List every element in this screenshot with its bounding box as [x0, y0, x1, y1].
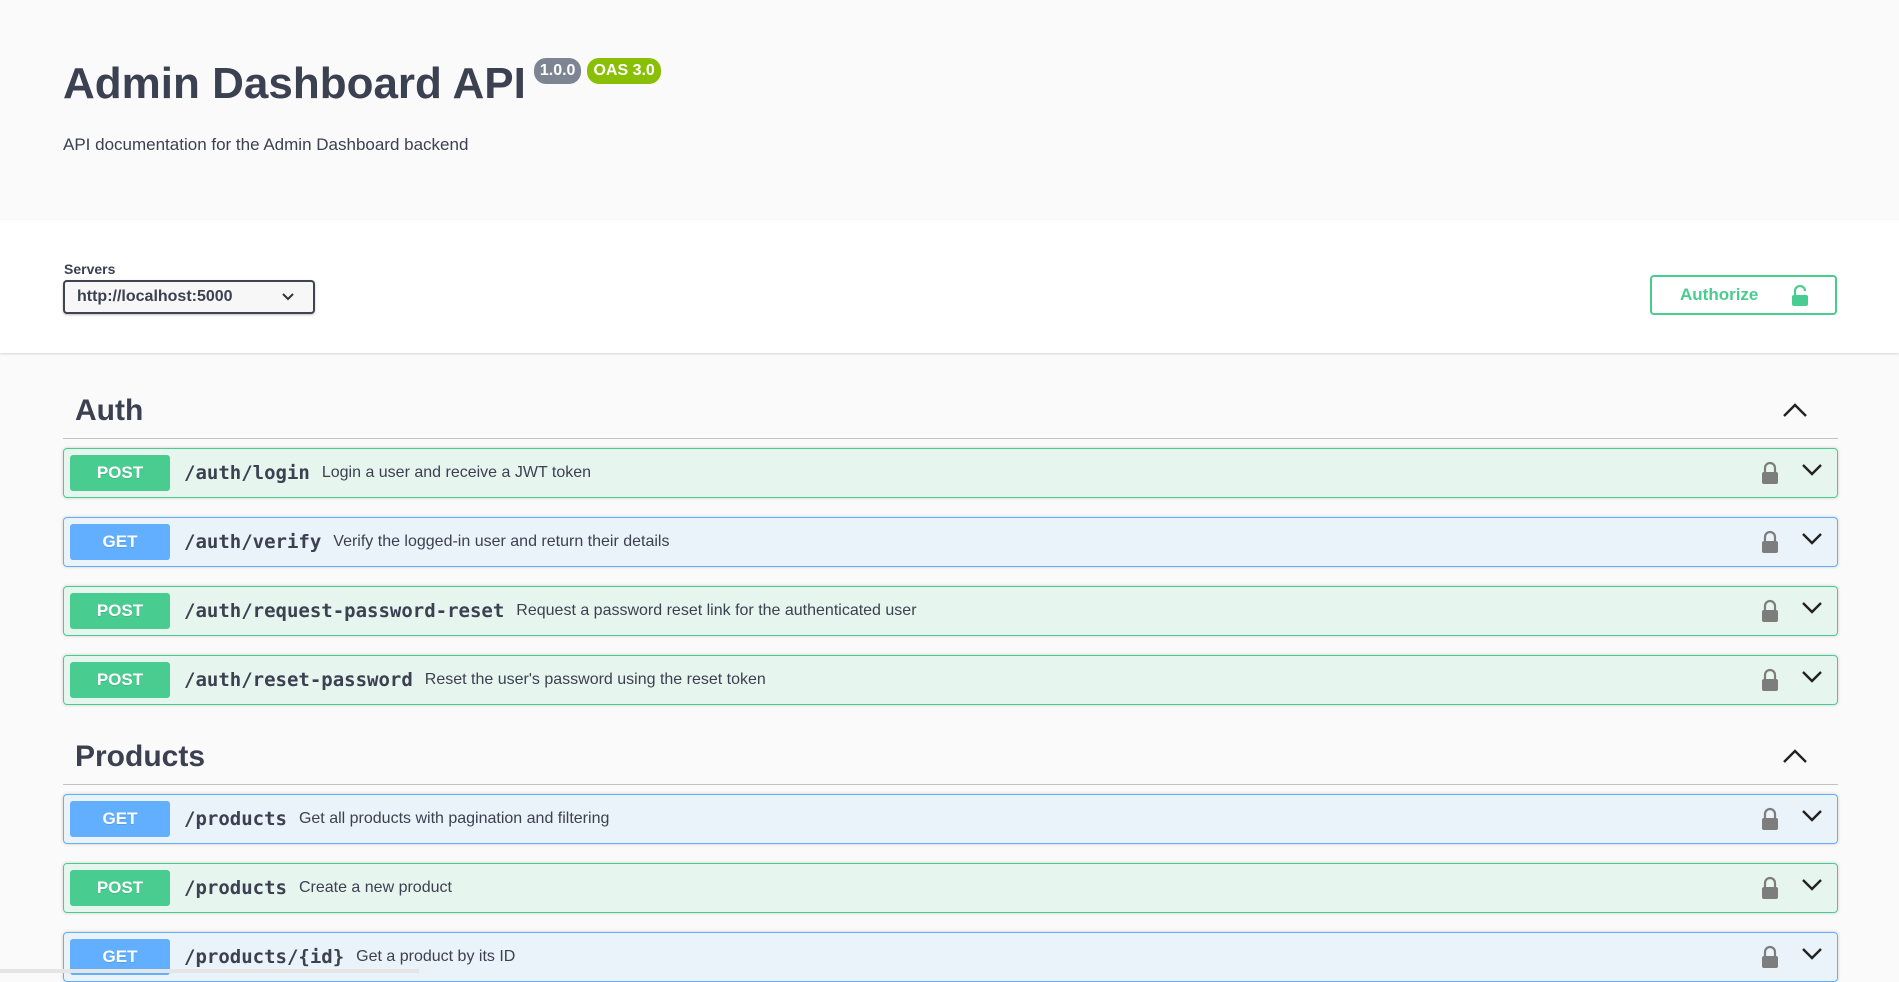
- operation-summary: Reset the user's password using the rese…: [424, 671, 766, 688]
- chevron-down-icon[interactable]: [1801, 809, 1823, 828]
- method-badge: POST: [70, 870, 170, 906]
- tag-name: Auth: [75, 394, 144, 427]
- method-badge: POST: [70, 593, 170, 629]
- operation-summary: Verify the logged-in user and return the…: [333, 533, 670, 550]
- operation-path: /products: [184, 877, 287, 899]
- chevron-up-icon[interactable]: [1782, 748, 1808, 769]
- path-row: /auth/request-password-reset Request a pa…: [184, 587, 917, 635]
- operation-summary: Request a password reset link for the au…: [516, 602, 917, 619]
- method-badge: POST: [70, 455, 170, 491]
- path-row: /products Create a new product: [184, 864, 452, 912]
- path-row: /auth/verify Verify the logged-in user an…: [184, 518, 669, 566]
- version-badge: 1.0.0: [533, 58, 582, 84]
- servers-label: Servers: [64, 261, 116, 277]
- api-description: API documentation for the Admin Dashboar…: [63, 135, 469, 154]
- operation-path: /products/{id}: [184, 946, 345, 968]
- tag-section-auth[interactable]: Auth: [63, 380, 1838, 439]
- operation-summary: Login a user and receive a JWT token: [321, 464, 592, 481]
- server-select[interactable]: http://localhost:5000: [63, 280, 315, 314]
- lock-icon[interactable]: [1761, 807, 1779, 836]
- path-row: /auth/login Login a user and receive a JW…: [184, 449, 591, 497]
- tag-name: Products: [75, 740, 206, 773]
- operation-row[interactable]: GET/auth/verify Verify the logged-in user…: [63, 517, 1838, 567]
- chevron-down-icon[interactable]: [1801, 601, 1823, 620]
- operation-row[interactable]: GET/products Get all products with pagina…: [63, 794, 1838, 844]
- operation-summary: Get all products with pagination and fil…: [298, 810, 610, 827]
- server-selected-value: http://localhost:5000: [77, 288, 233, 305]
- path-row: /products/{id} Get a product by its ID: [184, 933, 515, 981]
- servers-bar: Servers http://localhost:5000 Authorize: [0, 220, 1899, 353]
- tag-section-products[interactable]: Products: [63, 726, 1838, 785]
- api-info-header: Admin Dashboard API 1.0.0 OAS 3.0 API do…: [0, 0, 1899, 220]
- api-title: Admin Dashboard API: [63, 59, 526, 108]
- operation-path: /auth/login: [184, 462, 310, 484]
- operation-path: /auth/verify: [184, 531, 322, 553]
- operation-row[interactable]: POST/products Create a new product: [63, 863, 1838, 913]
- lock-icon[interactable]: [1761, 668, 1779, 697]
- lock-icon[interactable]: [1761, 945, 1779, 974]
- chevron-down-icon[interactable]: [1801, 463, 1823, 482]
- method-badge: POST: [70, 662, 170, 698]
- bottom-divider: [0, 969, 419, 973]
- chevron-up-icon[interactable]: [1782, 402, 1808, 423]
- authorize-button[interactable]: Authorize: [1650, 275, 1837, 315]
- operation-summary: Create a new product: [298, 879, 452, 896]
- method-badge: GET: [70, 801, 170, 837]
- operation-path: /auth/request-password-reset: [184, 600, 505, 622]
- authorize-label: Authorize: [1680, 285, 1759, 304]
- chevron-down-icon[interactable]: [1801, 532, 1823, 551]
- operation-row[interactable]: POST/auth/reset-password Reset the user's…: [63, 655, 1838, 705]
- chevron-down-icon[interactable]: [1801, 947, 1823, 966]
- operation-path: /products: [184, 808, 287, 830]
- lock-icon[interactable]: [1761, 461, 1779, 490]
- unlock-icon: [1791, 284, 1809, 312]
- path-row: /products Get all products with paginatio…: [184, 795, 609, 843]
- path-row: /auth/reset-password Reset the user's pas…: [184, 656, 766, 704]
- oas-badge: OAS 3.0: [587, 58, 661, 84]
- chevron-down-icon[interactable]: [1801, 878, 1823, 897]
- lock-icon[interactable]: [1761, 599, 1779, 628]
- chevron-down-icon[interactable]: [1801, 670, 1823, 689]
- operation-summary: Get a product by its ID: [356, 948, 516, 965]
- title-row: Admin Dashboard API 1.0.0 OAS 3.0: [63, 54, 661, 114]
- method-badge: GET: [70, 524, 170, 560]
- operation-row[interactable]: POST/auth/login Login a user and receive …: [63, 448, 1838, 498]
- operation-row[interactable]: GET/products/{id} Get a product by its ID: [63, 932, 1838, 982]
- chevron-down-icon: [281, 290, 295, 309]
- lock-icon[interactable]: [1761, 876, 1779, 905]
- operation-path: /auth/reset-password: [184, 669, 413, 691]
- operation-row[interactable]: POST/auth/request-password-reset Request …: [63, 586, 1838, 636]
- lock-icon[interactable]: [1761, 530, 1779, 559]
